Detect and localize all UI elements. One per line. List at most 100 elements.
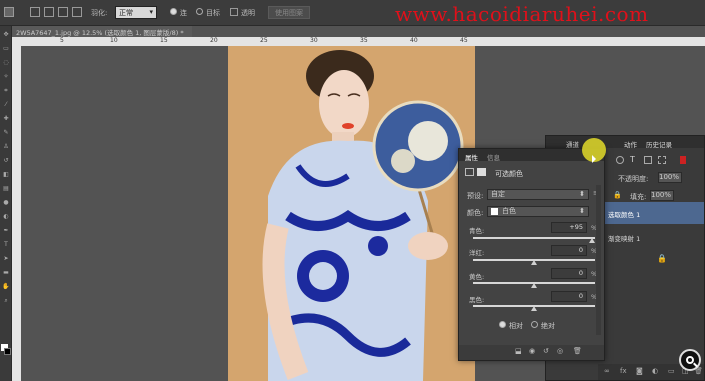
smart-filter-icon[interactable] xyxy=(658,156,666,164)
color-value: 白色 xyxy=(502,207,516,215)
add-selection-icon[interactable] xyxy=(44,7,54,17)
crop-tool-icon[interactable]: ⌗ xyxy=(2,88,10,94)
cyan-value-field[interactable]: +95 xyxy=(551,222,587,233)
cyan-label: 青色: xyxy=(469,227,485,235)
black-label: 黑色: xyxy=(469,296,485,304)
link-icon[interactable]: ∞ xyxy=(604,367,610,375)
document-canvas[interactable] xyxy=(228,46,475,381)
brush-tool-icon[interactable]: ✎ xyxy=(2,130,10,136)
chevron-down-icon: ▾ xyxy=(149,8,153,16)
radio-target-label: 目标 xyxy=(206,9,220,17)
cyan-slider-thumb[interactable] xyxy=(588,238,595,243)
adjustment-icon[interactable]: ◐ xyxy=(652,367,658,375)
panel-title: 可选颜色 xyxy=(495,170,523,178)
eyedropper-icon[interactable]: ⁄ xyxy=(2,102,10,108)
reset-icon[interactable]: ↺ xyxy=(543,347,549,355)
use-pattern-button[interactable]: 使用图案 xyxy=(268,6,310,19)
black-value-field[interactable]: 0 xyxy=(551,291,587,302)
hand-tool-icon[interactable]: ✋ xyxy=(2,284,10,290)
yellow-slider-thumb[interactable] xyxy=(531,283,537,288)
dodge-tool-icon[interactable]: ◐ xyxy=(2,214,10,220)
radio-relative[interactable] xyxy=(499,321,506,328)
mask-thumb-icon[interactable] xyxy=(477,168,486,176)
mode-select[interactable]: 正常 ▾ xyxy=(115,6,157,19)
watermark-text: www.hacoidiaruhei.com xyxy=(395,2,649,26)
color-select[interactable]: 白色 ⬍ xyxy=(487,206,589,217)
radio-absolute-label: 绝对 xyxy=(541,322,555,330)
white-swatch-icon xyxy=(491,208,498,215)
eraser-tool-icon[interactable]: ◧ xyxy=(2,172,10,178)
tab-info[interactable]: 信息 xyxy=(487,152,500,162)
fill-field[interactable]: 100% xyxy=(650,190,674,201)
mode-value: 正常 xyxy=(119,9,133,17)
folder-icon[interactable]: ▭ xyxy=(668,367,675,375)
blur-tool-icon[interactable]: ● xyxy=(2,200,10,206)
magnifier-icon[interactable] xyxy=(679,349,701,371)
move-tool-icon[interactable]: ✥ xyxy=(2,32,10,38)
marquee-tool-icon[interactable]: ▭ xyxy=(2,46,10,52)
radio-target[interactable] xyxy=(196,8,203,15)
mask-icon[interactable]: ◙ xyxy=(636,367,643,375)
subtract-selection-icon[interactable] xyxy=(58,7,68,17)
view-previous-icon[interactable]: ◉ xyxy=(529,347,535,355)
ruler-mark: 5 xyxy=(60,37,64,44)
magenta-slider-thumb[interactable] xyxy=(531,260,537,265)
tab-actions[interactable]: 动作 xyxy=(624,139,637,149)
layers-panel-tabbar: 通道 动作 历史记录 xyxy=(546,136,704,149)
fill-label: 填充: xyxy=(630,193,647,201)
opacity-field[interactable]: 100% xyxy=(658,172,682,183)
feather-label: 羽化: xyxy=(91,9,108,17)
magenta-label: 洋红: xyxy=(469,249,485,257)
path-select-icon[interactable]: ➤ xyxy=(2,256,10,262)
chevron-down-icon: ⬍ xyxy=(579,190,585,198)
shape-tool-icon[interactable]: ▬ xyxy=(2,270,10,276)
preset-select[interactable]: 自定 ⬍ xyxy=(487,189,589,200)
fx-icon[interactable]: fx xyxy=(620,367,627,375)
transparent-label: 透明 xyxy=(241,9,255,17)
options-bar: 羽化: 正常 ▾ 连 目标 透明 使用图案 www.hacoidiaruhei.… xyxy=(0,0,705,26)
yellow-value-field[interactable]: 0 xyxy=(551,268,587,279)
document-tab[interactable]: 2W5A7647_1.jpg @ 12.5% (选取颜色 1, 图层蒙版/8) … xyxy=(12,26,192,37)
radio-connect-label: 连 xyxy=(180,9,187,17)
type-tool-icon[interactable]: T xyxy=(2,242,10,248)
healing-brush-icon[interactable]: ✚ xyxy=(2,116,10,122)
magic-wand-icon[interactable]: ✧ xyxy=(2,74,10,80)
layer-row-gradient-map[interactable]: 渐变映射 1 xyxy=(604,226,704,248)
radio-absolute[interactable] xyxy=(531,321,538,328)
gradient-tool-icon[interactable]: ▤ xyxy=(2,186,10,192)
pixel-filter-icon[interactable] xyxy=(616,156,624,164)
clip-to-layer-icon[interactable]: ⬓ xyxy=(515,347,522,355)
cyan-slider[interactable] xyxy=(473,237,595,239)
ruler-mark: 35 xyxy=(360,37,368,44)
intersect-selection-icon[interactable] xyxy=(72,7,82,17)
stamp-tool-icon[interactable]: ♙ xyxy=(2,144,10,150)
tab-history[interactable]: 历史记录 xyxy=(646,139,672,149)
history-brush-icon[interactable]: ↺ xyxy=(2,158,10,164)
tool-preset-icon[interactable] xyxy=(4,7,14,17)
background-color-swatch[interactable] xyxy=(4,348,11,355)
yellow-label: 黄色: xyxy=(469,273,485,281)
shape-filter-icon[interactable] xyxy=(644,156,652,164)
layer-row-selective-color[interactable]: 选取颜色 1 xyxy=(604,202,704,224)
properties-panel: 属性 信息 可选颜色 预设: 自定⬍ ≡ 颜色: 白色⬍ 青色: +95 % 洋… xyxy=(458,148,605,361)
lock-icon[interactable]: 🔒 xyxy=(613,191,622,199)
ruler-top: 5 10 15 20 25 30 35 40 45 xyxy=(12,37,705,46)
transparent-checkbox[interactable] xyxy=(230,8,238,16)
pen-tool-icon[interactable]: ✒ xyxy=(2,228,10,234)
properties-scrollbar[interactable] xyxy=(596,185,601,335)
tab-properties[interactable]: 属性 xyxy=(465,152,478,162)
trash-icon[interactable]: 🗑 xyxy=(573,347,582,355)
adjustment-layer-icon xyxy=(465,168,474,176)
new-selection-icon[interactable] xyxy=(30,7,40,17)
black-slider-thumb[interactable] xyxy=(531,306,537,311)
ruler-mark: 40 xyxy=(410,37,418,44)
radio-connect[interactable] xyxy=(170,8,177,15)
cursor-arrow-icon xyxy=(592,155,596,163)
preset-value: 自定 xyxy=(491,190,505,198)
magenta-value-field[interactable]: 0 xyxy=(551,245,587,256)
visibility-icon[interactable]: ◎ xyxy=(557,347,563,355)
filter-toggle-icon[interactable] xyxy=(680,156,686,164)
type-filter-icon[interactable]: T xyxy=(630,155,635,164)
lasso-tool-icon[interactable]: ◌ xyxy=(2,60,10,66)
zoom-tool-icon[interactable]: ⌕ xyxy=(2,298,10,304)
